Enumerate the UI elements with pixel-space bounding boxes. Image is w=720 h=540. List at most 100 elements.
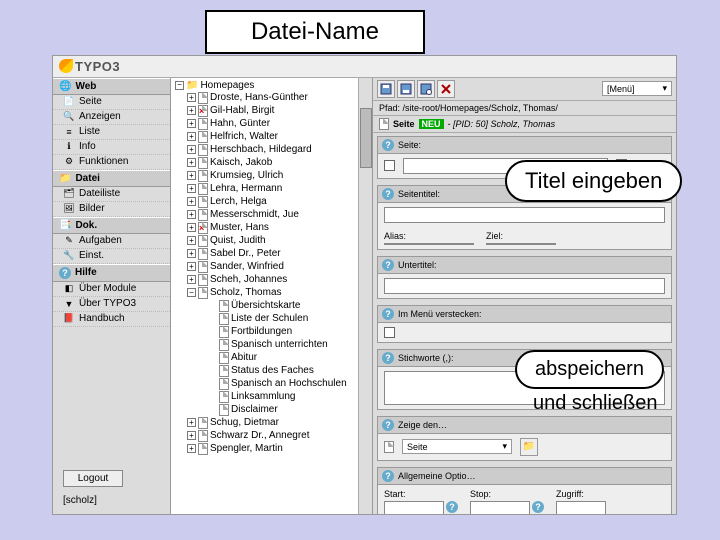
- expand-icon[interactable]: +: [187, 275, 196, 284]
- tree-item[interactable]: +×Gil-Habl, Birgit: [187, 105, 368, 118]
- tree-item[interactable]: +Quist, Judith: [187, 235, 368, 248]
- tree-child[interactable]: Übersichtskarte: [219, 300, 368, 313]
- expand-icon[interactable]: +: [187, 158, 196, 167]
- nav-item-ueber-module[interactable]: ◧Über Module: [53, 282, 170, 297]
- hide-in-menu-checkbox[interactable]: [384, 327, 395, 338]
- nav-item-liste[interactable]: ≡Liste: [53, 125, 170, 140]
- tree-child[interactable]: Disclaimer: [219, 404, 368, 417]
- tree-item[interactable]: +Kaisch, Jakob: [187, 157, 368, 170]
- tree-item[interactable]: +Schug, Dietmar: [187, 417, 368, 430]
- page-icon: [219, 365, 229, 377]
- help-icon[interactable]: ?: [382, 188, 394, 200]
- nav-section-hilfe[interactable]: ? Hilfe: [53, 264, 170, 282]
- help-icon[interactable]: ?: [446, 501, 458, 513]
- expand-icon[interactable]: +: [187, 236, 196, 245]
- close-button[interactable]: [437, 80, 455, 98]
- tree-item[interactable]: +Spengler, Martin: [187, 443, 368, 456]
- tree-item[interactable]: +Sabel Dr., Peter: [187, 248, 368, 261]
- expand-icon[interactable]: +: [187, 106, 196, 115]
- zugriff-input[interactable]: [556, 501, 606, 515]
- help-icon[interactable]: ?: [382, 470, 394, 482]
- tree-root[interactable]: − 📁 Homepages: [175, 80, 368, 92]
- tree-item[interactable]: +Lehra, Hermann: [187, 183, 368, 196]
- help-icon[interactable]: ?: [382, 419, 394, 431]
- field-label: Allgemeine Optio…: [398, 471, 476, 481]
- nav-item-funktionen[interactable]: ⚙Funktionen: [53, 155, 170, 170]
- tree-label: Herschbach, Hildegard: [210, 144, 312, 155]
- help-icon[interactable]: ?: [532, 501, 544, 513]
- nav-section-dok[interactable]: 📑 Dok.: [53, 217, 170, 234]
- tree-item[interactable]: +Helfrich, Walter: [187, 131, 368, 144]
- collapse-icon[interactable]: −: [175, 81, 184, 90]
- tree-item-scholz[interactable]: − Scholz, Thomas: [187, 287, 368, 300]
- tree-child[interactable]: Linksammlung: [219, 391, 368, 404]
- tree-child[interactable]: Status des Faches: [219, 365, 368, 378]
- nav-item-bilder[interactable]: 🖼Bilder: [53, 202, 170, 217]
- tree-item[interactable]: +×Muster, Hans: [187, 222, 368, 235]
- start-input[interactable]: [384, 501, 444, 515]
- expand-icon[interactable]: +: [187, 223, 196, 232]
- expand-icon[interactable]: +: [187, 145, 196, 154]
- nav-item-label: Liste: [79, 126, 100, 137]
- tree-scrollbar[interactable]: [358, 78, 372, 515]
- tree-item[interactable]: +Sander, Winfried: [187, 261, 368, 274]
- nav-item-info[interactable]: ℹInfo: [53, 140, 170, 155]
- menu-select[interactable]: [Menü] ▾: [602, 81, 672, 96]
- nav-section-datei[interactable]: 📁 Datei: [53, 170, 170, 187]
- expand-icon[interactable]: +: [187, 184, 196, 193]
- nav-item-anzeigen[interactable]: 🔍Anzeigen: [53, 110, 170, 125]
- help-icon[interactable]: ?: [382, 139, 394, 151]
- tree-child[interactable]: Spanisch unterrichten: [219, 339, 368, 352]
- expand-icon[interactable]: +: [187, 93, 196, 102]
- help-icon[interactable]: ?: [382, 308, 394, 320]
- scrollbar-thumb[interactable]: [360, 108, 372, 168]
- expand-icon[interactable]: +: [187, 132, 196, 141]
- pagetitle-input[interactable]: [384, 207, 665, 223]
- save-button[interactable]: [397, 80, 415, 98]
- tree-child[interactable]: Abitur: [219, 352, 368, 365]
- nav-section-web[interactable]: 🌐 Web: [53, 78, 170, 95]
- expand-icon[interactable]: +: [187, 262, 196, 271]
- alias-input[interactable]: [384, 243, 474, 245]
- tree-item[interactable]: +Scheh, Johannes: [187, 274, 368, 287]
- subtitle-input[interactable]: [384, 278, 665, 294]
- nav-item-dateiliste[interactable]: 🗂Dateiliste: [53, 187, 170, 202]
- tree-item[interactable]: +Lerch, Helga: [187, 196, 368, 209]
- expand-icon[interactable]: +: [187, 197, 196, 206]
- browse-button[interactable]: 📁: [520, 438, 538, 456]
- expand-icon[interactable]: +: [187, 418, 196, 427]
- tree-item[interactable]: +Messerschmidt, Jue: [187, 209, 368, 222]
- expand-icon[interactable]: +: [187, 210, 196, 219]
- save-view-button[interactable]: [417, 80, 435, 98]
- nav-item-seite[interactable]: 📄Seite: [53, 95, 170, 110]
- content-page-select[interactable]: Seite ▾: [402, 439, 512, 454]
- tree-item[interactable]: +Droste, Hans-Günther: [187, 92, 368, 105]
- page-icon: [198, 274, 208, 286]
- help-icon[interactable]: ?: [382, 352, 394, 364]
- ziel-input[interactable]: [486, 243, 556, 245]
- expand-icon[interactable]: +: [187, 119, 196, 128]
- tree-item[interactable]: +Hahn, Günter: [187, 118, 368, 131]
- page-icon: [198, 248, 208, 260]
- logout-button[interactable]: Logout: [63, 470, 123, 487]
- collapse-icon[interactable]: −: [187, 288, 196, 297]
- expand-icon[interactable]: +: [187, 249, 196, 258]
- expand-icon[interactable]: +: [187, 171, 196, 180]
- stop-input[interactable]: [470, 501, 530, 515]
- expand-icon[interactable]: +: [187, 444, 196, 453]
- tree-child[interactable]: Spanisch an Hochschulen: [219, 378, 368, 391]
- save-close-button[interactable]: [377, 80, 395, 98]
- tree-child[interactable]: Fortbildungen: [219, 326, 368, 339]
- tree-item[interactable]: +Krumsieg, Ulrich: [187, 170, 368, 183]
- page-hide-checkbox[interactable]: [384, 160, 395, 171]
- tree-child[interactable]: Liste der Schulen: [219, 313, 368, 326]
- nav-item-einst[interactable]: 🔧Einst.: [53, 249, 170, 264]
- nav-item-ueber-typo3[interactable]: ▼Über TYPO3: [53, 297, 170, 312]
- help-icon[interactable]: ?: [382, 259, 394, 271]
- nav-item-handbuch[interactable]: 📕Handbuch: [53, 312, 170, 327]
- nav-item-aufgaben[interactable]: ✎Aufgaben: [53, 234, 170, 249]
- alias-label: Alias:: [384, 231, 474, 241]
- expand-icon[interactable]: +: [187, 431, 196, 440]
- tree-item[interactable]: + Herschbach, Hildegard: [187, 144, 368, 157]
- tree-item[interactable]: +Schwarz Dr., Annegret: [187, 430, 368, 443]
